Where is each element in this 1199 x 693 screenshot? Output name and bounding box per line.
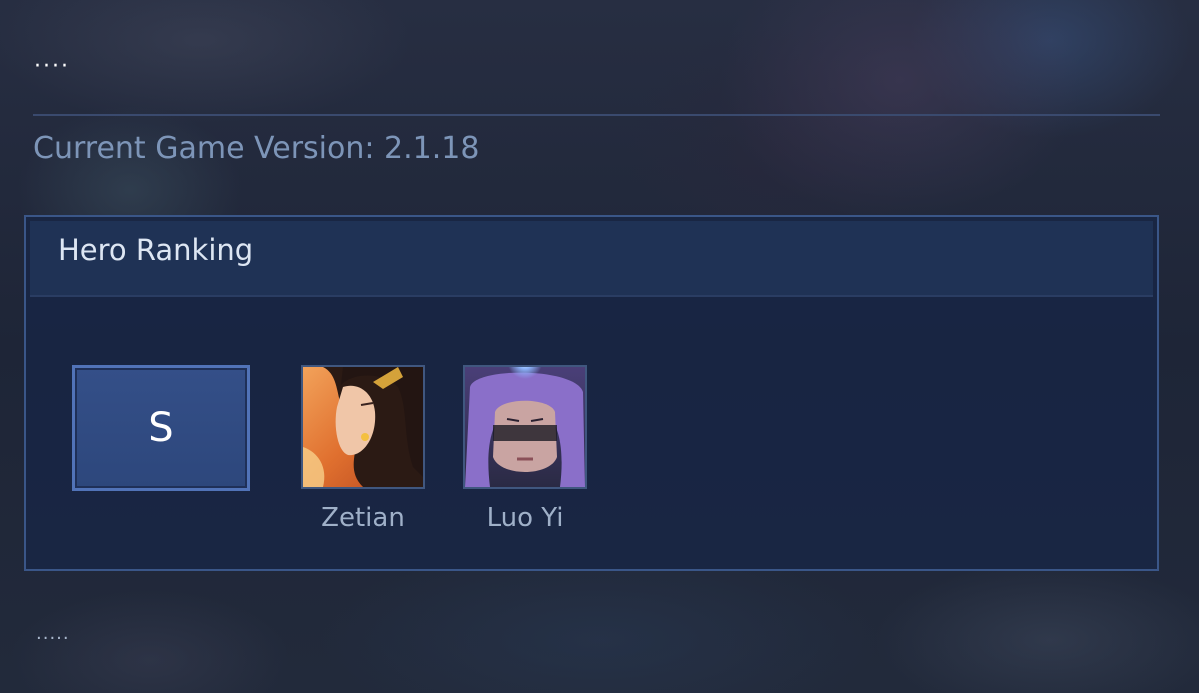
hero-card-zetian[interactable]: Zetian bbox=[301, 365, 425, 534]
loading-indicator: ····· bbox=[36, 628, 70, 649]
tier-label: S bbox=[148, 405, 174, 451]
hero-name-zetian: Zetian bbox=[321, 503, 405, 533]
game-version-text: Current Game Version: 2.1.18 bbox=[33, 131, 480, 166]
luo-yi-portrait-icon[interactable] bbox=[463, 365, 587, 489]
hero-ranking-panel: Hero Ranking S Zetian Luo Yi bbox=[24, 215, 1159, 571]
tier-s-badge: S bbox=[72, 365, 250, 491]
hero-card-luo-yi[interactable]: Luo Yi bbox=[463, 365, 587, 534]
zetian-portrait-icon[interactable] bbox=[301, 365, 425, 489]
more-options-icon[interactable]: ···· bbox=[34, 56, 70, 78]
panel-header: Hero Ranking bbox=[30, 221, 1153, 297]
header-divider bbox=[33, 114, 1160, 116]
hero-name-luo-yi: Luo Yi bbox=[486, 503, 564, 533]
panel-title: Hero Ranking bbox=[58, 233, 254, 267]
